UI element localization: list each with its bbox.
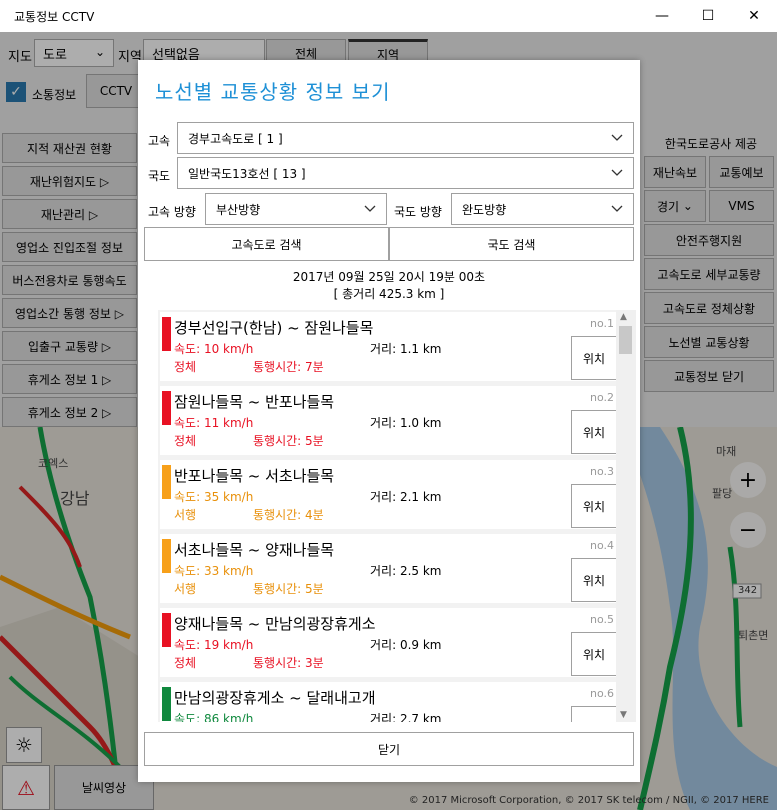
segment-travel-time: 통행시간: 5분: [253, 582, 324, 596]
national-road-value: 일반국도13호선 [ 13 ]: [188, 166, 306, 181]
list-item: 양재나들목 ~ 만남의광장휴게소 속도: 19 km/h 정체 통행시간: 3분…: [160, 608, 617, 677]
position-button[interactable]: 위치: [571, 558, 617, 602]
chevron-down-icon: [611, 205, 623, 212]
highway-direction-label: 고속 방향: [148, 205, 196, 219]
position-button[interactable]: 위치: [571, 410, 617, 454]
national-road-label: 국도: [148, 169, 171, 183]
chevron-down-icon: [611, 169, 623, 176]
position-button[interactable]: 위치: [571, 336, 617, 380]
segment-speed: 속도: 33 km/h: [174, 564, 254, 578]
list-item: 반포나들목 ~ 서초나들목 속도: 35 km/h 서행 통행시간: 4분 거리…: [160, 460, 617, 529]
segment-distance: 거리: 2.7 km: [370, 712, 442, 722]
list-item: 서초나들목 ~ 양재나들목 속도: 33 km/h 서행 통행시간: 5분 거리…: [160, 534, 617, 603]
segment-speed: 속도: 11 km/h: [174, 416, 254, 430]
list-item: 경부선입구(한남) ~ 잠원나들목 속도: 10 km/h 정체 통행시간: 7…: [160, 312, 617, 381]
segment-distance: 거리: 1.1 km: [370, 342, 442, 356]
scroll-down-icon[interactable]: ▼: [620, 710, 627, 720]
segment-number: no.2: [589, 391, 614, 404]
highway-search-button[interactable]: 고속도로 검색: [144, 227, 389, 261]
segment-number: no.1: [589, 317, 614, 330]
segment-route: 양재나들목 ~ 만남의광장휴게소: [174, 615, 376, 633]
segment-travel-time: 통행시간: 3분: [253, 656, 324, 670]
segment-speed: 속도: 10 km/h: [174, 342, 254, 356]
scroll-thumb[interactable]: [619, 326, 632, 354]
segment-number: no.6: [589, 687, 614, 700]
status-color-bar: [162, 687, 171, 721]
segment-number: no.5: [589, 613, 614, 626]
segment-distance: 거리: 1.0 km: [370, 416, 442, 430]
highway-select[interactable]: 경부고속도로 [ 1 ]: [177, 122, 634, 154]
national-road-select[interactable]: 일반국도13호선 [ 13 ]: [177, 157, 634, 189]
status-color-bar: [162, 539, 171, 573]
chevron-down-icon: [611, 134, 623, 141]
chevron-down-icon: [364, 205, 376, 212]
segment-speed: 속도: 35 km/h: [174, 490, 254, 504]
status-color-bar: [162, 317, 171, 351]
highway-value: 경부고속도로 [ 1 ]: [188, 131, 283, 146]
segment-travel-time: 통행시간: 7분: [253, 360, 324, 374]
route-traffic-dialog: 노선별 교통상황 정보 보기 고속 경부고속도로 [ 1 ] 국도 일반국도13…: [138, 60, 640, 782]
status-color-bar: [162, 465, 171, 499]
national-direction-value: 완도방향: [462, 202, 507, 217]
dialog-title: 노선별 교통상황 정보 보기: [155, 80, 391, 104]
window-title: 교통정보 CCTV: [14, 9, 95, 24]
list-item: 잠원나들목 ~ 반포나들목 속도: 11 km/h 정체 통행시간: 5분 거리…: [160, 386, 617, 455]
status-color-bar: [162, 391, 171, 425]
segment-distance: 거리: 2.5 km: [370, 564, 442, 578]
segment-number: no.3: [589, 465, 614, 478]
segment-distance: 거리: 2.1 km: [370, 490, 442, 504]
segment-status: 서행: [174, 508, 197, 522]
position-button[interactable]: 위치: [571, 632, 617, 676]
segment-route: 서초나들목 ~ 양재나들목: [174, 541, 335, 559]
national-direction-select[interactable]: 완도방향: [451, 193, 634, 225]
segment-status: 정체: [174, 434, 197, 448]
segment-route: 잠원나들목 ~ 반포나들목: [174, 393, 335, 411]
national-direction-label: 국도 방향: [394, 205, 442, 219]
maximize-button[interactable]: ☐: [685, 0, 731, 32]
update-datetime: 2017년 09월 25일 20시 19분 00초: [292, 270, 486, 284]
total-distance: [ 총거리 425.3 km ]: [333, 287, 445, 301]
scroll-up-icon[interactable]: ▲: [620, 312, 627, 322]
segment-speed: 속도: 19 km/h: [174, 638, 254, 652]
window-titlebar: 교통정보 CCTV — ☐ ✕: [0, 0, 777, 32]
segment-route: 경부선입구(한남) ~ 잠원나들목: [174, 319, 374, 337]
highway-direction-select[interactable]: 부산방향: [205, 193, 387, 225]
segment-route: 반포나들목 ~ 서초나들목: [174, 467, 335, 485]
highway-direction-value: 부산방향: [216, 202, 261, 217]
close-window-button[interactable]: ✕: [731, 0, 777, 32]
segment-status: 서행: [174, 582, 197, 596]
segment-travel-time: 통행시간: 4분: [253, 508, 324, 522]
segment-status: 정체: [174, 360, 197, 374]
segment-route: 만남의광장휴게소 ~ 달래내고개: [174, 689, 376, 707]
national-search-button[interactable]: 국도 검색: [389, 227, 634, 261]
highway-label: 고속: [148, 134, 171, 148]
minimize-button[interactable]: —: [639, 0, 685, 32]
segment-distance: 거리: 0.9 km: [370, 638, 442, 652]
list-item: 만남의광장휴게소 ~ 달래내고개 속도: 86 km/h 거리: 2.7 km …: [160, 682, 617, 722]
segment-list[interactable]: 경부선입구(한남) ~ 잠원나들목 속도: 10 km/h 정체 통행시간: 7…: [158, 310, 636, 722]
dialog-close-button[interactable]: 닫기: [144, 732, 634, 766]
segment-travel-time: 통행시간: 5분: [253, 434, 324, 448]
segment-number: no.4: [589, 539, 614, 552]
position-button[interactable]: 위치: [571, 706, 617, 722]
status-color-bar: [162, 613, 171, 647]
position-button[interactable]: 위치: [571, 484, 617, 528]
segment-status: 정체: [174, 656, 197, 670]
list-scrollbar[interactable]: ▲ ▼: [616, 310, 636, 722]
segment-speed: 속도: 86 km/h: [174, 712, 254, 722]
